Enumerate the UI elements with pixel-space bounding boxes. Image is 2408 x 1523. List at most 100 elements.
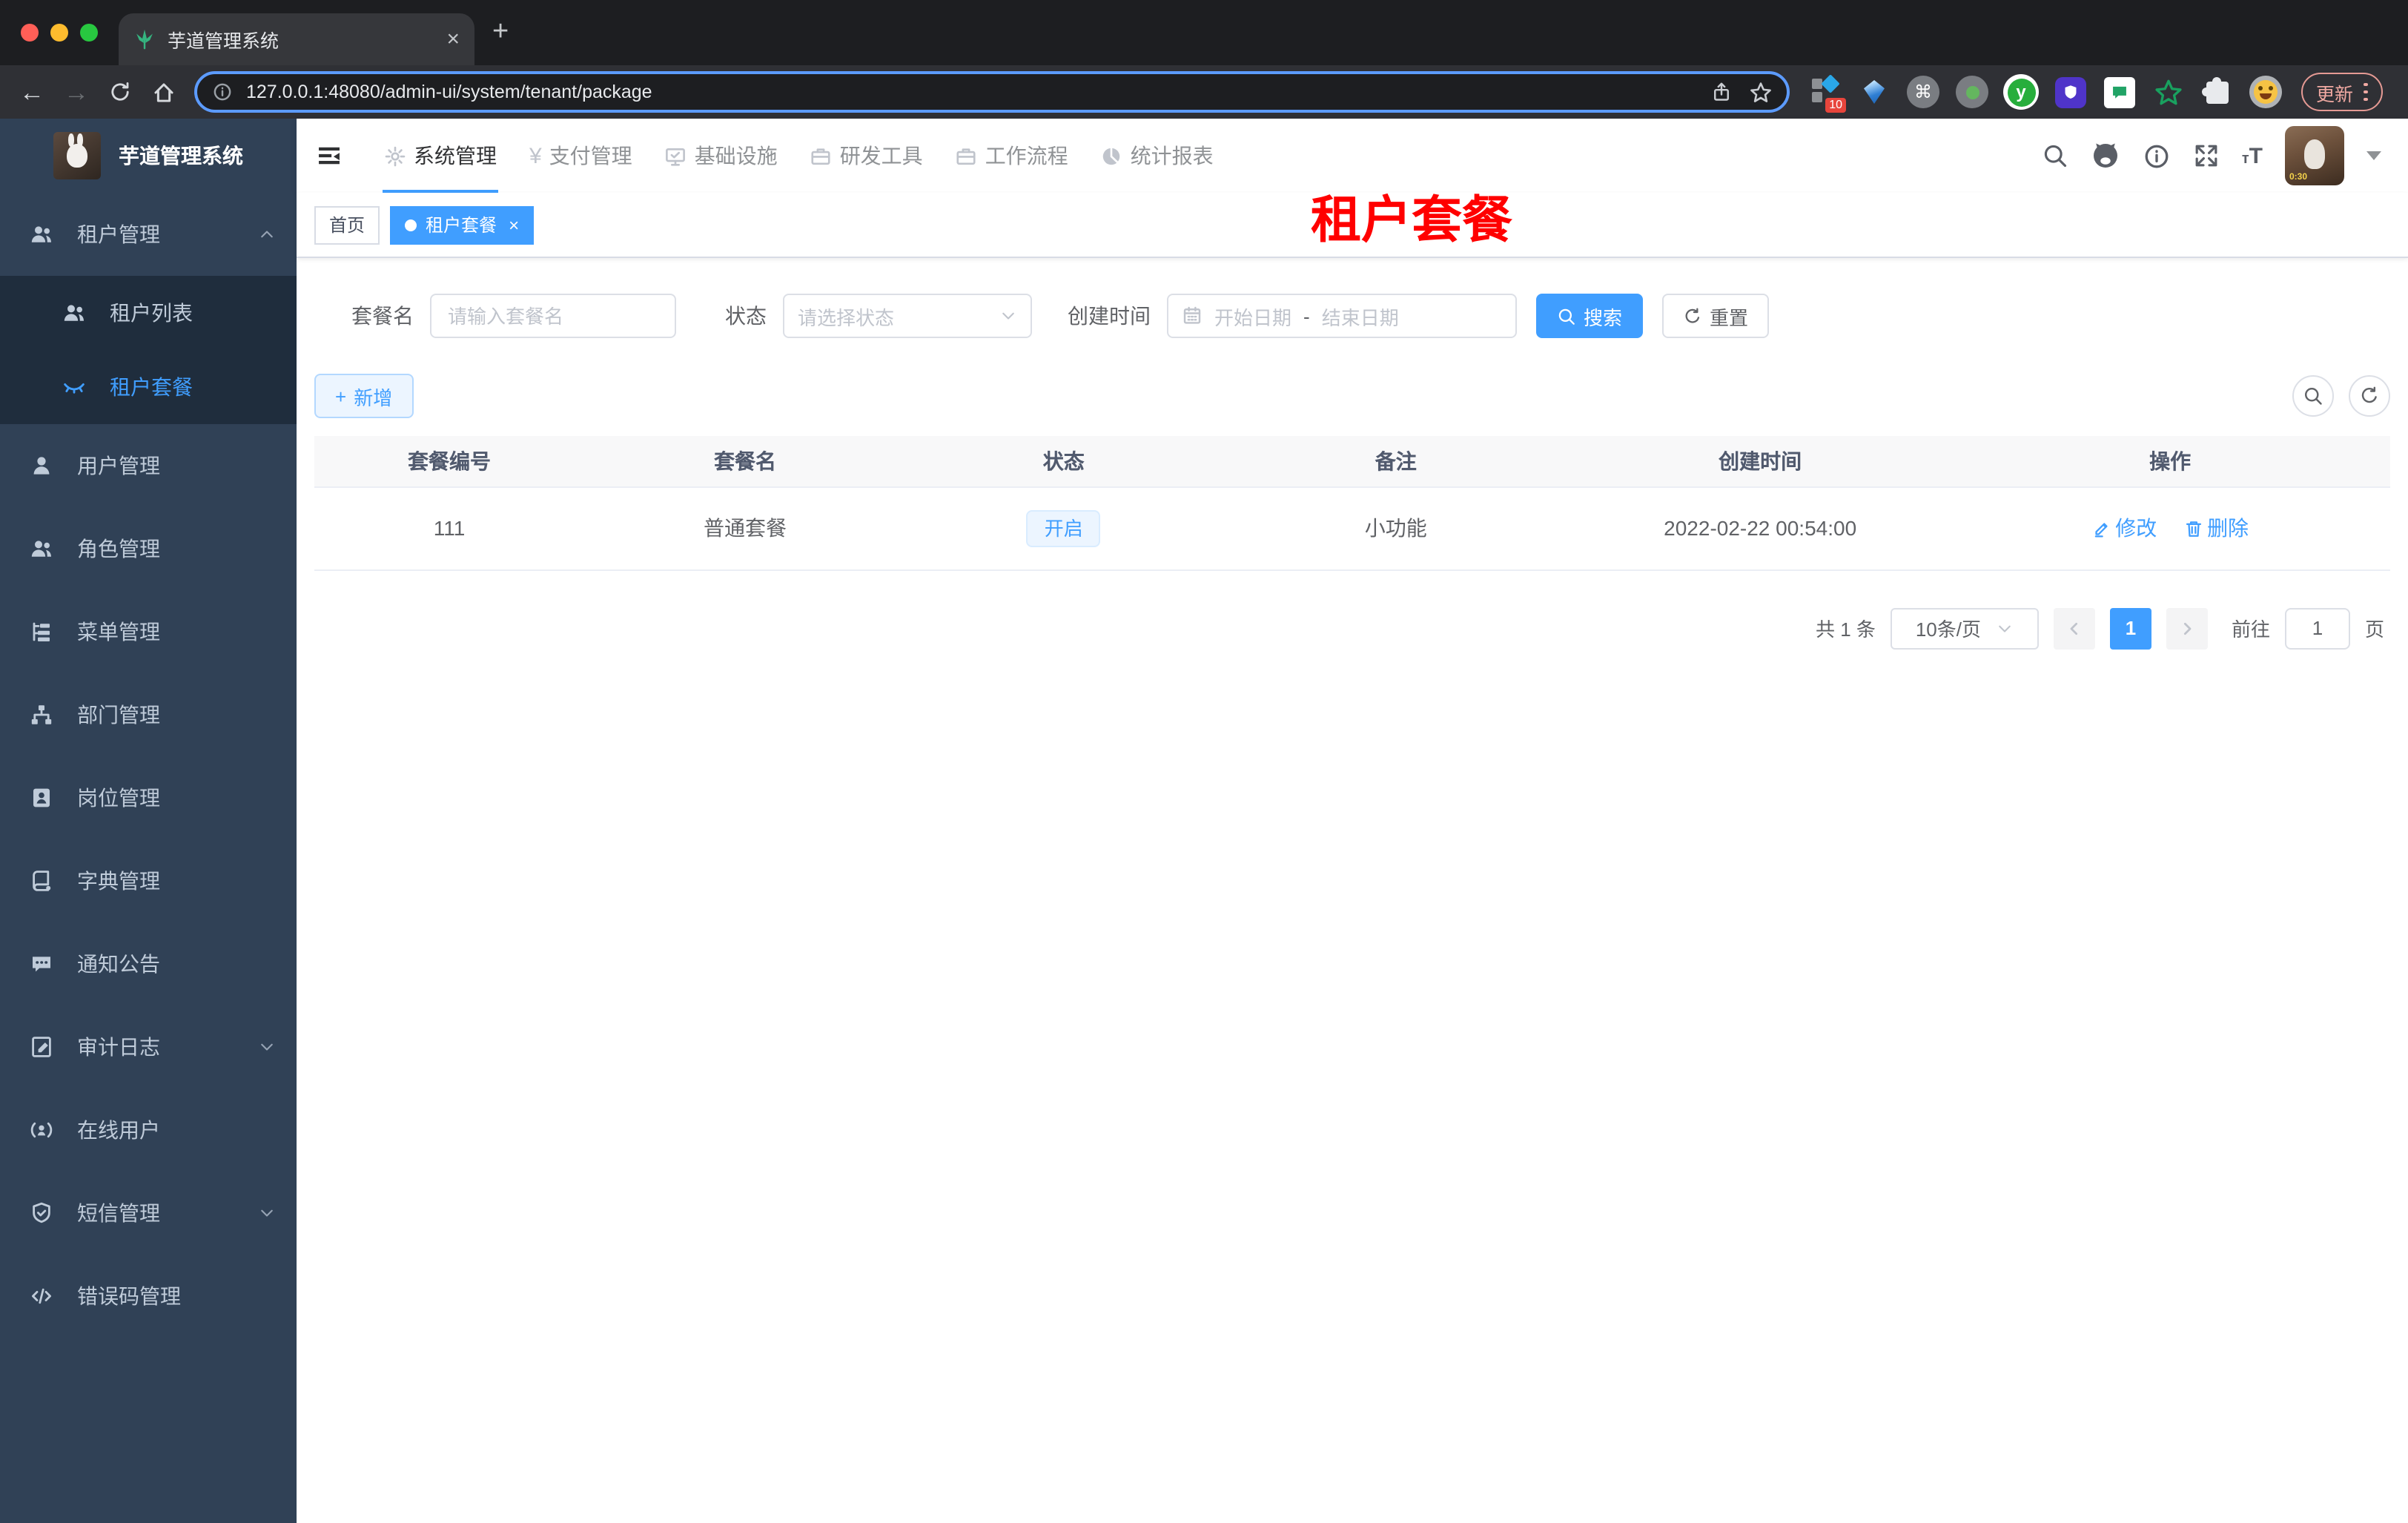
help-icon[interactable] — [2143, 142, 2171, 170]
y-extension-icon[interactable]: y — [2003, 74, 2039, 110]
address-bar[interactable]: 127.0.0.1:48080/admin-ui/system/tenant/p… — [194, 71, 1790, 113]
fullscreen-icon[interactable] — [2193, 142, 2220, 169]
refresh-icon — [2359, 386, 2380, 406]
sidebar-item-tenant-list[interactable]: 租户列表 — [0, 276, 297, 350]
star-extension-icon[interactable] — [2150, 74, 2186, 110]
add-button[interactable]: + 新增 — [314, 374, 414, 418]
sidebar-item-tenant-package[interactable]: 租户套餐 — [0, 350, 297, 424]
topnav-item-dev-tools[interactable]: 研发工具 — [794, 119, 939, 193]
next-page-button[interactable] — [2166, 607, 2208, 649]
sidebar-item-menu-management[interactable]: 菜单管理 — [0, 590, 297, 673]
home-icon[interactable] — [151, 79, 176, 105]
topnav-item-payment[interactable]: ¥ 支付管理 — [513, 119, 649, 193]
page-size-select[interactable]: 10条/页 — [1890, 607, 2039, 649]
chevron-down-icon — [999, 307, 1017, 325]
topnav-item-system[interactable]: 系统管理 — [368, 119, 513, 193]
date-range-picker[interactable]: 开始日期 - 结束日期 — [1167, 294, 1517, 338]
chevron-up-icon — [258, 225, 276, 243]
search-icon — [2303, 386, 2323, 406]
chrome-update-button[interactable]: 更新 — [2301, 73, 2383, 111]
github-icon[interactable] — [2091, 141, 2120, 171]
macos-window-controls[interactable] — [21, 24, 98, 42]
sidebar-item-role-management[interactable]: 角色管理 — [0, 507, 297, 590]
page-number-1[interactable]: 1 — [2109, 607, 2151, 649]
minimize-window-button[interactable] — [50, 24, 68, 42]
sidebar-item-user-management[interactable]: 用户管理 — [0, 424, 297, 507]
back-icon[interactable]: ← — [19, 79, 44, 105]
sidebar-logo[interactable]: 芋道管理系统 — [0, 119, 297, 193]
cell-package-name: 普通套餐 — [584, 486, 906, 570]
edit-link[interactable]: 修改 — [2091, 513, 2157, 543]
toggle-search-button[interactable] — [2292, 375, 2334, 417]
active-tag-dot — [405, 219, 417, 231]
site-info-icon[interactable] — [212, 82, 233, 102]
browser-menu-icon[interactable] — [2364, 82, 2368, 102]
refresh-table-button[interactable] — [2349, 375, 2390, 417]
page-content: 套餐名 状态 请选择状态 创建时间 开始日期 — [297, 258, 2408, 667]
search-icon[interactable] — [2042, 142, 2068, 169]
chat-extension-icon[interactable] — [2101, 74, 2137, 110]
tab-close-icon[interactable]: × — [446, 27, 460, 52]
sidebar-item-notice[interactable]: 通知公告 — [0, 922, 297, 1005]
tiles-extension-icon[interactable]: 10 — [1807, 74, 1846, 113]
update-label: 更新 — [2316, 84, 2354, 105]
close-window-button[interactable] — [21, 24, 39, 42]
header-package-id: 套餐编号 — [314, 436, 584, 487]
reset-button[interactable]: 重置 — [1662, 294, 1770, 338]
logo-title: 芋道管理系统 — [119, 144, 243, 168]
topnav-item-reports[interactable]: 统计报表 — [1085, 119, 1230, 193]
sidebar-item-online-users[interactable]: 在线用户 — [0, 1088, 297, 1172]
record-extension-icon[interactable] — [1954, 74, 1990, 110]
tag-close-icon[interactable]: × — [509, 214, 519, 235]
chevron-down-icon — [258, 1204, 276, 1222]
topnav-item-infrastructure[interactable]: 基础设施 — [649, 119, 794, 193]
package-name-input[interactable] — [430, 294, 676, 338]
trash-icon — [2183, 518, 2203, 538]
topnav-item-workflow[interactable]: 工作流程 — [939, 119, 1085, 193]
sidebar-item-post-management[interactable]: 岗位管理 — [0, 756, 297, 839]
forward-icon[interactable]: → — [64, 79, 89, 105]
tag-tenant-package[interactable]: 租户套餐 × — [390, 205, 535, 244]
profile-avatar-icon[interactable] — [2248, 74, 2283, 110]
goto-page-input[interactable] — [2284, 607, 2350, 649]
avatar-dropdown-caret-icon[interactable] — [2366, 151, 2381, 160]
gem-extension-icon[interactable] — [1856, 74, 1892, 110]
shield-extension-icon[interactable] — [2052, 74, 2088, 110]
browser-tab-strip: 芋道管理系统 × + — [0, 0, 2408, 65]
reload-icon[interactable] — [108, 80, 132, 104]
font-size-icon[interactable]: тT — [2242, 143, 2263, 168]
delete-link[interactable]: 删除 — [2183, 513, 2249, 543]
search-button[interactable]: 搜索 — [1536, 294, 1644, 338]
sidebar-collapse-button[interactable] — [297, 119, 362, 193]
tab-favicon-leaf-icon — [133, 28, 156, 50]
navbar-right-tools: тT 0:30 — [2042, 126, 2408, 185]
browser-tab[interactable]: 芋道管理系统 × — [119, 13, 474, 65]
sidebar-item-error-code[interactable]: 错误码管理 — [0, 1255, 297, 1338]
command-extension-icon[interactable]: ⌘ — [1905, 74, 1941, 110]
peoples-icon — [30, 537, 53, 561]
extension-badge: 10 — [1825, 98, 1846, 113]
status-select[interactable]: 请选择状态 — [783, 294, 1032, 338]
create-time-label: 创建时间 — [1068, 304, 1151, 328]
user-avatar[interactable]: 0:30 — [2285, 126, 2344, 185]
sidebar-item-dict-management[interactable]: 字典管理 — [0, 839, 297, 922]
dashboard-icon — [1101, 145, 1123, 167]
url-text[interactable]: 127.0.0.1:48080/admin-ui/system/tenant/p… — [246, 82, 1693, 102]
bookmark-star-icon[interactable] — [1750, 81, 1772, 103]
sidebar-submenu-tenant: 租户列表 租户套餐 — [0, 276, 297, 424]
zoom-window-button[interactable] — [80, 24, 98, 42]
new-tab-button[interactable]: + — [492, 18, 509, 46]
sidebar-item-sms-management[interactable]: 短信管理 — [0, 1172, 297, 1255]
sidebar-item-tenant-management[interactable]: 租户管理 — [0, 193, 297, 276]
sidebar-item-dept-management[interactable]: 部门管理 — [0, 673, 297, 756]
tag-home[interactable]: 首页 — [314, 205, 380, 244]
header-status: 状态 — [906, 436, 1222, 487]
sidebar-item-audit-log[interactable]: 审计日志 — [0, 1005, 297, 1088]
avatar-caption: 0:30 — [2289, 174, 2308, 182]
briefcase-icon — [810, 145, 833, 167]
share-icon[interactable] — [1711, 82, 1732, 102]
extensions-area: 10 ⌘ y — [1807, 74, 2283, 113]
prev-page-button[interactable] — [2053, 607, 2095, 649]
chevron-left-icon — [2065, 619, 2083, 637]
extensions-puzzle-icon[interactable] — [2199, 74, 2235, 110]
